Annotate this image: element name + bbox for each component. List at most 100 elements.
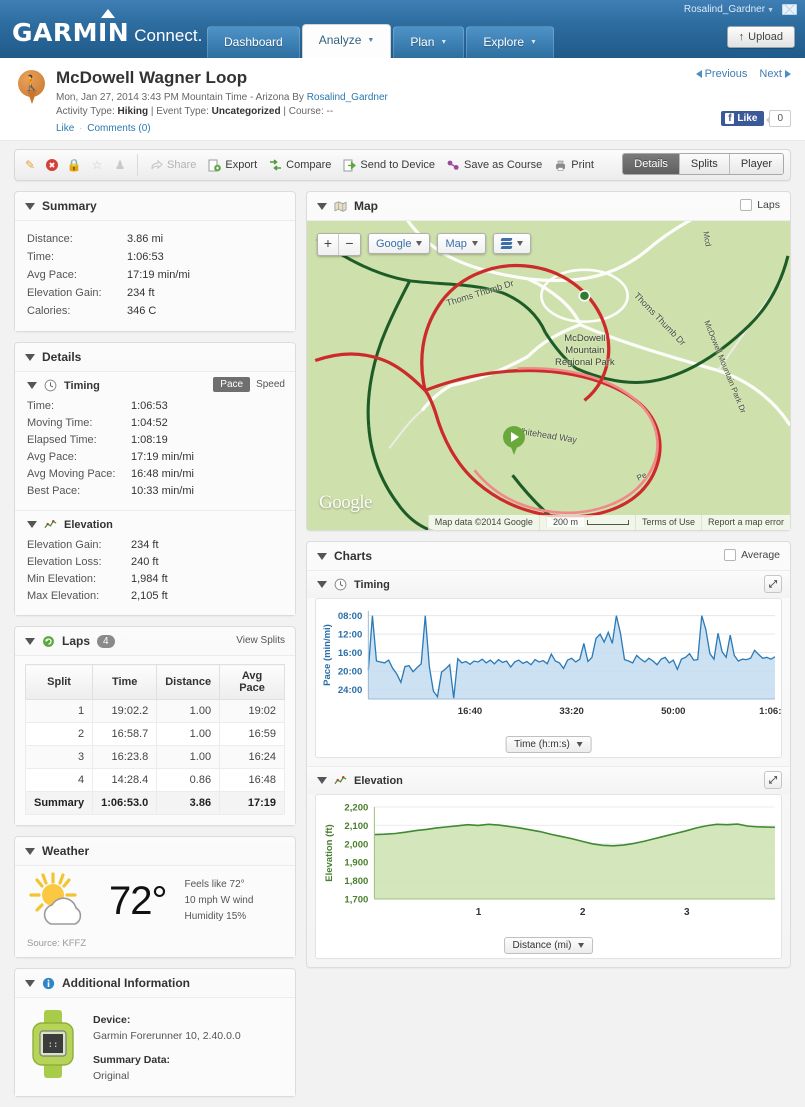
svg-text:33:20: 33:20 — [559, 706, 583, 717]
collapse-triangle-icon[interactable] — [27, 382, 37, 389]
lap-avgpace: 16:59 — [219, 722, 285, 746]
temp-value: 72 — [109, 878, 152, 923]
nav-item-explore[interactable]: Explore ▼ — [466, 26, 554, 58]
summary-row: Elevation Gain: 234 ft — [27, 284, 283, 302]
weather-header: Weather — [15, 837, 295, 865]
nav-item-dashboard[interactable]: Dashboard — [207, 26, 300, 58]
svg-text:Elevation (ft): Elevation (ft) — [324, 824, 335, 881]
table-row[interactable]: 2 16:58.7 1.00 16:59 — [24, 722, 285, 746]
zoom-out-button[interactable]: − — [339, 234, 360, 255]
collapse-triangle-icon[interactable] — [317, 581, 327, 588]
map-layers-dropdown[interactable] — [492, 233, 531, 254]
elevation-axis-select[interactable]: Distance (mi) — [503, 937, 594, 954]
laps-panel: Laps 4 View Splits Split Time Distance A… — [14, 626, 296, 826]
chevron-down-icon — [416, 241, 423, 246]
activity-owner-link[interactable]: Rosalind_Gardner — [307, 92, 388, 103]
facebook-like-button[interactable]: f Like — [721, 111, 765, 126]
arrow-right-icon — [785, 70, 791, 78]
collapse-triangle-icon[interactable] — [317, 777, 327, 784]
mail-icon[interactable] — [782, 4, 797, 15]
view-splits-link[interactable]: View Splits — [236, 635, 285, 646]
weather-temperature: 72° — [109, 878, 168, 924]
tab-player[interactable]: Player — [729, 154, 783, 174]
share-button[interactable]: Share — [150, 159, 196, 172]
timing-key: Avg Moving Pace: — [27, 468, 116, 480]
map-provider-dropdown[interactable]: Google — [368, 233, 431, 254]
upload-label: Upload — [748, 31, 783, 43]
map-canvas[interactable]: + − Google Map McDowell Mountain Regiona… — [307, 220, 790, 530]
activity-datetime: Mon, Jan 27, 2014 3:43 PM Mountain Time … — [56, 92, 791, 103]
expand-icon[interactable]: ⤢ — [764, 771, 782, 789]
terms-of-use-link[interactable]: Terms of Use — [634, 515, 701, 530]
device-value: Garmin Forerunner 10, 2.40.0.0 — [93, 1030, 241, 1042]
lap-split: 2 — [24, 722, 94, 746]
laps-title: Laps — [62, 634, 91, 648]
nav-label-analyze: Analyze — [318, 33, 362, 47]
print-button[interactable]: Print — [554, 159, 594, 172]
elevation-chart-box[interactable]: 2,200 2,100 2,000 1,900 1,800 1,700 1 2 3 Elevati… — [315, 794, 782, 959]
zoom-in-button[interactable]: + — [318, 234, 339, 255]
start-marker-icon[interactable] — [503, 426, 525, 456]
elevation-chart-card: Elevation ⤢ 2,200 2,100 2,000 1,900 1,800 1,7… — [307, 766, 790, 959]
user-menu[interactable]: Rosalind_Gardner ▼ — [684, 4, 774, 15]
favorite-star-icon[interactable]: ☆ — [90, 158, 104, 172]
collapse-triangle-icon[interactable] — [25, 637, 35, 645]
summary-avgpace: 17:19 — [219, 791, 285, 815]
svg-text:::: :: — [48, 1040, 59, 1050]
summary-row: Calories: 346 C — [27, 302, 283, 320]
table-row[interactable]: 3 16:23.8 1.00 16:24 — [24, 745, 285, 769]
tab-details[interactable]: Details — [623, 154, 680, 174]
toggle-speed[interactable]: Speed — [256, 379, 285, 390]
send-to-device-button[interactable]: Send to Device — [343, 159, 435, 172]
collapse-triangle-icon[interactable] — [25, 202, 35, 210]
timing-axis-select[interactable]: Time (h:m:s) — [505, 736, 592, 753]
collapse-triangle-icon[interactable] — [27, 521, 37, 528]
facebook-like-widget: f Like 0 — [721, 110, 791, 127]
table-row[interactable]: 1 19:02.2 1.00 19:02 — [24, 699, 285, 723]
user-icon[interactable]: ♟ — [113, 158, 127, 172]
like-link[interactable]: Like — [56, 123, 74, 134]
compare-icon — [270, 158, 282, 171]
lap-avgpace: 16:24 — [219, 745, 285, 769]
next-button[interactable]: Next — [759, 68, 791, 80]
layers-icon — [500, 238, 513, 249]
previous-button[interactable]: Previous — [695, 68, 747, 80]
chevron-down-icon: ▼ — [367, 36, 375, 44]
collapse-triangle-icon[interactable] — [317, 552, 327, 560]
laps-checkbox[interactable] — [740, 199, 753, 211]
details-body: Timing Pace Speed Time: 1:06:53 Moving Ti… — [15, 371, 295, 615]
table-row[interactable]: 4 14:28.4 0.86 16:48 — [24, 768, 285, 792]
tab-splits[interactable]: Splits — [679, 154, 730, 174]
main-content: Summary Distance: 3.86 mi Time: 1:06:53 Av… — [0, 181, 805, 1107]
export-button[interactable]: Export — [208, 159, 257, 172]
comments-link[interactable]: Comments (0) — [87, 123, 150, 134]
toggle-pace[interactable]: Pace — [213, 377, 251, 392]
garmin-connect-logo[interactable]: GARMIN Connect . — [12, 9, 202, 47]
map-type-dropdown[interactable]: Map — [437, 233, 486, 254]
charts-header: Charts Average — [307, 542, 790, 570]
timing-chart-box[interactable]: 08:00 12:00 16:00 20:00 24:00 16:40 33:20 50:00… — [315, 598, 782, 758]
collapse-triangle-icon[interactable] — [25, 353, 35, 361]
upload-button[interactable]: ↑ Upload — [726, 26, 795, 48]
timing-row: Elapsed Time: 1:08:19 — [27, 432, 283, 449]
collapse-triangle-icon[interactable] — [317, 202, 327, 210]
compare-button[interactable]: Compare — [269, 158, 331, 172]
delete-icon[interactable]: ✖ — [46, 159, 58, 171]
save-as-course-button[interactable]: Save as Course — [447, 159, 542, 172]
edit-pencil-icon[interactable]: ✎ — [23, 158, 37, 172]
summary-key: Distance: — [27, 233, 73, 245]
degree-symbol: ° — [151, 878, 168, 923]
svg-text:2,000: 2,000 — [344, 839, 368, 850]
nav-item-analyze[interactable]: Analyze ▼ — [301, 24, 392, 58]
svg-text:1,900: 1,900 — [344, 858, 368, 869]
chevron-down-icon — [471, 241, 478, 246]
report-map-error-link[interactable]: Report a map error — [700, 515, 790, 530]
expand-icon[interactable]: ⤢ — [764, 575, 782, 593]
map-controls: + − Google Map — [317, 233, 531, 256]
average-checkbox[interactable] — [724, 549, 737, 561]
nav-item-plan[interactable]: Plan ▼ — [393, 26, 465, 58]
lock-privacy-icon[interactable]: 🔒 — [67, 158, 82, 172]
elevation-row: Max Elevation: 2,105 ft — [27, 588, 283, 605]
collapse-triangle-icon[interactable] — [25, 979, 35, 987]
collapse-triangle-icon[interactable] — [25, 847, 35, 855]
